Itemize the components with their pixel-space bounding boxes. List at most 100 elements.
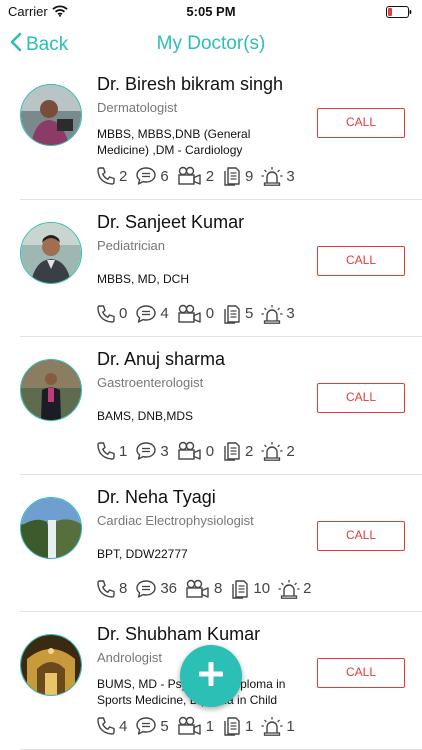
phone-icon xyxy=(96,579,116,599)
doctor-name: Dr. Anuj sharma xyxy=(97,349,226,369)
alerts-count: 1 xyxy=(286,717,295,735)
status-bar: Carrier 5:05 PM xyxy=(0,0,422,22)
alerts-stat[interactable]: 2 xyxy=(261,441,295,461)
doctor-specialty: Cardiac Electrophysiologist xyxy=(97,512,254,528)
video-camera-icon xyxy=(177,716,203,736)
calls-stat[interactable]: 4 xyxy=(96,716,127,736)
reports-count: 10 xyxy=(253,580,271,597)
doctor-qualifications: MBBS, MBBS,DNB (General Medicine) ,DM - … xyxy=(97,127,251,157)
reports-count: 5 xyxy=(245,305,254,322)
doctor-card[interactable]: Dr. Biresh bikram singh Dermatologist MB… xyxy=(0,62,422,200)
chats-count: 5 xyxy=(160,717,169,735)
chat-icon xyxy=(135,166,157,186)
alerts-stat[interactable]: 3 xyxy=(261,166,295,186)
plus-icon xyxy=(197,660,225,693)
video-camera-icon xyxy=(177,304,203,324)
call-button[interactable]: CALL xyxy=(317,245,405,276)
doctor-specialty: Pediatrician xyxy=(97,237,165,253)
chat-icon xyxy=(135,304,157,324)
battery-icon xyxy=(386,5,412,23)
documents-icon xyxy=(230,579,250,599)
doctor-avatar xyxy=(20,496,82,559)
alerts-count: 3 xyxy=(286,305,295,322)
doctor-card[interactable]: Dr. Neha Tyagi Cardiac Electrophysiologi… xyxy=(0,475,422,612)
chats-count: 4 xyxy=(160,305,169,322)
calls-count: 8 xyxy=(119,580,128,597)
video-camera-icon xyxy=(177,166,203,186)
chats-stat[interactable]: 5 xyxy=(135,716,169,736)
chats-stat[interactable]: 3 xyxy=(135,441,169,461)
doctor-qualifications: BPT, DDW22777 xyxy=(97,546,188,561)
alerts-count: 2 xyxy=(303,580,312,597)
reports-stat[interactable]: 9 xyxy=(222,166,253,186)
calls-count: 2 xyxy=(119,167,128,185)
video-camera-icon xyxy=(185,579,211,599)
doctor-name: Dr. Sanjeet Kumar xyxy=(97,211,245,232)
videos-count: 8 xyxy=(214,580,223,597)
doctor-stats: 4 5 1 1 1 xyxy=(96,715,303,737)
calls-count: 0 xyxy=(119,305,128,322)
calls-stat[interactable]: 8 xyxy=(96,579,127,599)
chats-count: 36 xyxy=(160,580,178,597)
doctor-avatar xyxy=(20,359,82,421)
alarm-icon xyxy=(278,579,300,599)
reports-stat[interactable]: 1 xyxy=(222,716,253,736)
doctor-card[interactable]: Dr. Sanjeet Kumar Pediatrician MBBS, MD,… xyxy=(0,200,422,337)
videos-stat[interactable]: 0 xyxy=(177,304,214,324)
alerts-stat[interactable]: 3 xyxy=(261,304,295,324)
chat-icon xyxy=(135,579,157,599)
phone-icon xyxy=(96,166,116,186)
phone-icon xyxy=(96,304,116,324)
navigation-bar: Back My Doctor(s) xyxy=(0,24,422,64)
doctor-name: Dr. Shubham Kumar xyxy=(97,624,261,644)
doctor-name: Dr. Neha Tyagi xyxy=(97,486,216,507)
alerts-stat[interactable]: 2 xyxy=(278,579,311,599)
videos-count: 0 xyxy=(205,305,215,322)
chats-stat[interactable]: 4 xyxy=(135,304,169,324)
doctor-specialty: Andrologist xyxy=(97,650,163,665)
documents-icon xyxy=(222,441,242,461)
videos-stat[interactable]: 0 xyxy=(177,441,214,461)
chats-stat[interactable]: 36 xyxy=(135,579,177,599)
doctor-stats: 0 4 0 5 3 xyxy=(96,303,303,325)
alarm-icon xyxy=(261,716,283,736)
videos-stat[interactable]: 2 xyxy=(177,166,214,186)
calls-stat[interactable]: 0 xyxy=(96,304,127,324)
documents-icon xyxy=(222,716,242,736)
videos-count: 1 xyxy=(205,717,215,735)
alerts-stat[interactable]: 1 xyxy=(261,716,295,736)
add-doctor-button[interactable] xyxy=(180,645,242,707)
call-button[interactable]: CALL xyxy=(317,383,405,413)
alarm-icon xyxy=(261,441,283,461)
alerts-count: 3 xyxy=(286,167,295,185)
reports-stat[interactable]: 2 xyxy=(222,441,253,461)
call-button[interactable]: CALL xyxy=(317,108,405,138)
reports-stat[interactable]: 5 xyxy=(222,304,253,324)
alerts-count: 2 xyxy=(286,442,295,460)
videos-stat[interactable]: 8 xyxy=(185,579,222,599)
reports-count: 2 xyxy=(245,442,254,460)
video-camera-icon xyxy=(177,441,203,461)
reports-count: 1 xyxy=(245,717,254,735)
doctor-stats: 8 36 8 10 2 xyxy=(96,578,319,600)
doctor-qualifications: BAMS, DNB,MDS xyxy=(97,409,194,423)
call-button[interactable]: CALL xyxy=(317,520,405,551)
documents-icon xyxy=(222,166,242,186)
divider xyxy=(20,748,422,750)
phone-icon xyxy=(96,716,116,736)
documents-icon xyxy=(222,304,242,324)
alarm-icon xyxy=(261,304,283,324)
videos-count: 2 xyxy=(205,167,215,185)
videos-count: 0 xyxy=(205,442,215,460)
reports-stat[interactable]: 10 xyxy=(230,579,270,599)
videos-stat[interactable]: 1 xyxy=(177,716,214,736)
calls-stat[interactable]: 2 xyxy=(96,166,127,186)
call-button[interactable]: CALL xyxy=(317,658,405,688)
status-time: 5:05 PM xyxy=(186,4,236,19)
doctor-avatar xyxy=(20,634,82,696)
page-title: My Doctor(s) xyxy=(156,33,266,54)
doctor-card[interactable]: Dr. Anuj sharma Gastroenterologist BAMS,… xyxy=(0,337,422,475)
calls-stat[interactable]: 1 xyxy=(96,441,127,461)
doctor-stats: 1 3 0 2 2 xyxy=(96,440,303,462)
chats-stat[interactable]: 6 xyxy=(135,166,169,186)
